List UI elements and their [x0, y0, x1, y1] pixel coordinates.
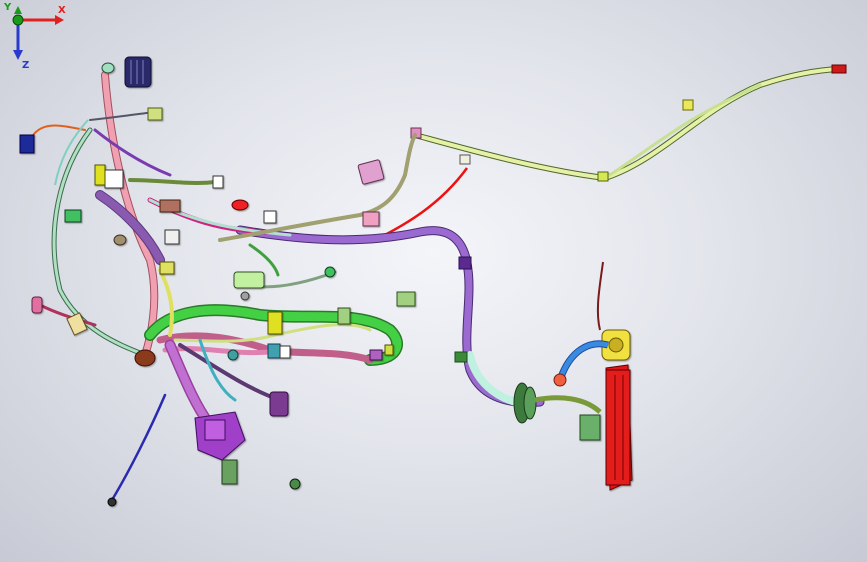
- end-connector-red: [831, 64, 847, 74]
- wire-harness-model[interactable]: [0, 0, 867, 562]
- clip: [597, 171, 609, 182]
- grommet[interactable]: [513, 382, 537, 424]
- central-connector-cluster[interactable]: [194, 391, 289, 485]
- y-axis-label: Y: [3, 2, 12, 13]
- x-axis-arrow: [55, 15, 64, 25]
- right-branch[interactable]: [410, 64, 847, 182]
- cad-viewport[interactable]: X Y Z: [0, 0, 867, 562]
- clip: [682, 99, 694, 111]
- x-axis-label: X: [58, 5, 66, 16]
- z-axis-label: Z: [22, 60, 29, 70]
- y-axis-arrow: [14, 6, 22, 14]
- axis-triad: X Y Z: [3, 2, 66, 70]
- bracket: [233, 271, 265, 289]
- z-axis-arrow: [13, 50, 23, 60]
- ecu-module[interactable]: [579, 329, 633, 491]
- connector: [459, 154, 471, 165]
- connector-dark-blue-top: [124, 56, 152, 88]
- connector-blue-left: [19, 134, 35, 154]
